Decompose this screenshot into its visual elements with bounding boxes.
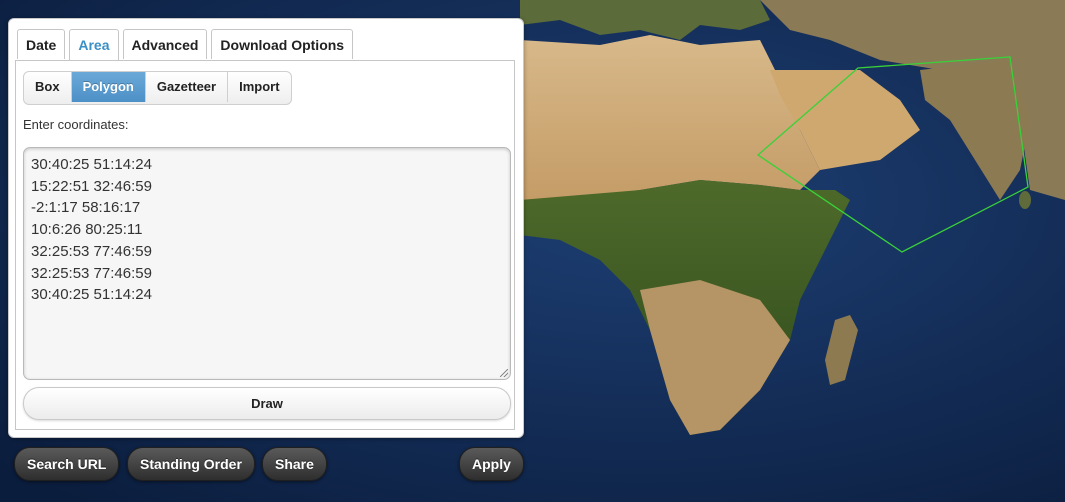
tab-advanced[interactable]: Advanced: [122, 29, 208, 59]
search-panel: Date Area Advanced Download Options Box …: [8, 18, 524, 438]
share-button[interactable]: Share: [262, 447, 327, 481]
tab-area[interactable]: Area: [69, 29, 119, 62]
search-url-button[interactable]: Search URL: [14, 447, 120, 481]
subtab-polygon[interactable]: Polygon: [71, 72, 146, 102]
coordinate-line: 30:40:25 51:14:24: [31, 286, 152, 304]
subtab-import[interactable]: Import: [228, 72, 290, 102]
coordinate-line: 32:25:53 77:46:59: [31, 242, 152, 260]
coordinate-line: -2:1:17 58:16:17: [31, 199, 141, 217]
area-tab-body: Box Polygon Gazetteer Import Enter coord…: [15, 60, 515, 430]
sri-lanka-land: [1019, 191, 1031, 209]
subtab-gazetteer[interactable]: Gazetteer: [146, 72, 229, 102]
subtab-box[interactable]: Box: [24, 72, 72, 102]
coordinates-label: Enter coordinates:: [23, 117, 129, 132]
area-mode-tabs: Box Polygon Gazetteer Import: [23, 71, 292, 105]
standing-order-button[interactable]: Standing Order: [127, 447, 255, 481]
coordinate-line: 10:6:26 80:25:11: [31, 221, 143, 239]
coordinate-line: 30:40:25 51:14:24: [31, 156, 152, 173]
tab-download-options[interactable]: Download Options: [211, 29, 354, 59]
coordinate-line: 32:25:53 77:46:59: [31, 264, 152, 282]
apply-button[interactable]: Apply: [459, 447, 524, 481]
coordinates-textarea[interactable]: 30:40:25 51:14:24 15:22:51 32:46:59 -2:1…: [23, 147, 511, 380]
draw-button[interactable]: Draw: [23, 387, 511, 420]
resize-grip-icon[interactable]: [500, 369, 508, 377]
main-tabs: Date Area Advanced Download Options: [17, 29, 357, 62]
tab-date[interactable]: Date: [17, 29, 66, 59]
coordinate-line: 15:22:51 32:46:59: [31, 177, 152, 195]
